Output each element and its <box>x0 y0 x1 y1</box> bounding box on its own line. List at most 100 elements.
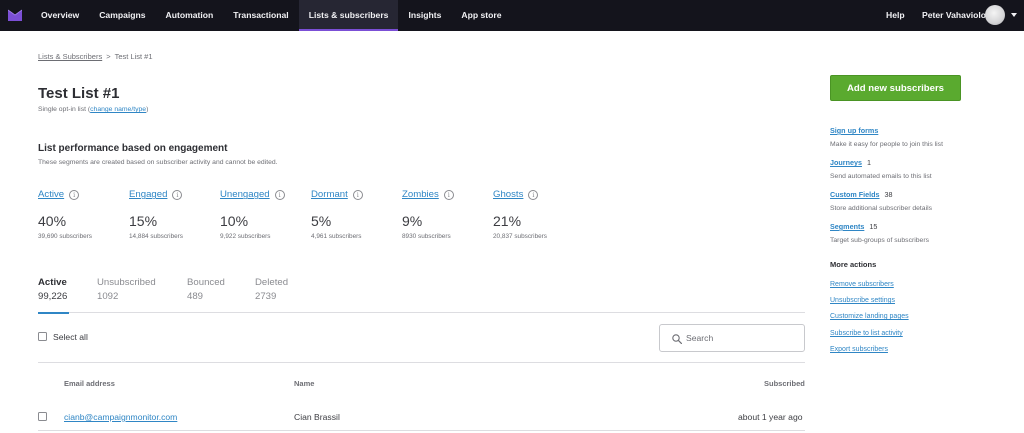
help-link[interactable]: Help <box>886 0 905 31</box>
info-icon[interactable]: i <box>69 189 80 200</box>
sidebar-description: Send automated emails to this list <box>830 173 932 180</box>
segment-label[interactable]: Unengaged <box>220 189 270 200</box>
info-icon[interactable]: i <box>172 189 183 200</box>
divider <box>38 430 805 431</box>
segment-unengaged: Unengaged i 10% 9,922 subscribers <box>220 186 310 240</box>
info-icon[interactable]: i <box>528 189 539 200</box>
segment-count: 8930 subscribers <box>402 233 451 240</box>
segment-percent: 40% <box>38 213 67 229</box>
subscriber-email-link[interactable]: cianb@campaignmonitor.com <box>64 412 177 422</box>
tab-deleted[interactable]: Deleted 2739 <box>255 277 288 313</box>
subscriber-status-tabs: Active 99,226 Unsubscribed 1092 Bounced … <box>38 277 805 314</box>
breadcrumb-current: Test List #1 <box>114 52 153 61</box>
segment-count: 4,961 subscribers <box>311 233 362 240</box>
nav-item-automation[interactable]: Automation <box>156 0 224 31</box>
segment-label[interactable]: Ghosts <box>493 189 523 200</box>
performance-title: List performance based on engagement <box>38 143 228 154</box>
tab-bounced[interactable]: Bounced 489 <box>187 277 225 313</box>
segment-active: Active i 40% 39,690 subscribers <box>38 186 128 240</box>
segment-count: 39,690 subscribers <box>38 233 92 240</box>
column-header-email[interactable]: Email address <box>64 379 115 388</box>
tab-label: Active <box>38 277 67 288</box>
info-icon[interactable]: i <box>352 189 363 200</box>
segment-label[interactable]: Active <box>38 189 64 200</box>
sidebar-link[interactable]: Segments <box>830 222 864 231</box>
sidebar-item-sign-up-forms: Sign up forms Make it easy for people to… <box>830 120 943 148</box>
column-header-subscribed[interactable]: Subscribed <box>764 379 805 388</box>
tab-label: Bounced <box>187 277 225 288</box>
sidebar-description: Target sub-groups of subscribers <box>830 237 929 244</box>
tab-label: Unsubscribed <box>97 277 156 288</box>
main-nav: Overview Campaigns Automation Transactio… <box>31 0 512 31</box>
segment-label[interactable]: Zombies <box>402 189 439 200</box>
list-type-prefix: Single opt-in list ( <box>38 106 91 113</box>
segment-percent: 10% <box>220 213 249 229</box>
nav-item-app-store[interactable]: App store <box>451 0 511 31</box>
segment-percent: 21% <box>493 213 522 229</box>
segment-percent: 9% <box>402 213 423 229</box>
nav-item-lists-subscribers[interactable]: Lists & subscribers <box>298 0 399 31</box>
tab-label: Deleted <box>255 277 289 288</box>
remove-subscribers-link[interactable]: Remove subscribers <box>830 281 894 288</box>
add-new-subscribers-button[interactable]: Add new subscribers <box>830 75 961 101</box>
sidebar-item-segments: Segments 15 Target sub-groups of subscrib… <box>830 216 929 244</box>
chevron-down-icon[interactable] <box>1011 13 1017 17</box>
more-actions-title: More actions <box>830 260 877 269</box>
export-subscribers-link[interactable]: Export subscribers <box>830 346 888 353</box>
performance-description: These segments are created based on subs… <box>38 159 278 166</box>
segment-percent: 5% <box>311 213 332 229</box>
customize-landing-pages-link[interactable]: Customize landing pages <box>830 313 909 320</box>
list-type-suffix: ) <box>146 106 149 113</box>
tab-count: 489 <box>187 291 204 302</box>
segment-percent: 15% <box>129 213 158 229</box>
segment-count: 20,837 subscribers <box>493 233 547 240</box>
unsubscribe-settings-link[interactable]: Unsubscribe settings <box>830 297 895 304</box>
segment-count: 14,884 subscribers <box>129 233 183 240</box>
page-title: Test List #1 <box>38 85 120 102</box>
subscribe-to-list-activity-link[interactable]: Subscribe to list activity <box>830 330 903 337</box>
tab-count: 2739 <box>255 291 277 302</box>
tab-active[interactable]: Active 99,226 <box>38 277 70 314</box>
tab-unsubscribed[interactable]: Unsubscribed 1092 <box>97 277 156 313</box>
segment-label[interactable]: Dormant <box>311 189 348 200</box>
segment-label[interactable]: Engaged <box>129 189 167 200</box>
info-icon[interactable]: i <box>274 189 285 200</box>
subscriber-name: Cian Brassil <box>294 412 340 422</box>
segment-dormant: Dormant i 5% 4,961 subscribers <box>311 186 401 240</box>
user-name[interactable]: Peter Vahaviolos <box>922 0 991 31</box>
divider <box>38 362 805 363</box>
search-placeholder: Search <box>686 333 714 343</box>
top-navigation-bar: Overview Campaigns Automation Transactio… <box>0 0 1024 31</box>
segment-ghosts: Ghosts i 21% 20,837 subscribers <box>493 186 583 240</box>
sidebar-description: Store additional subscriber details <box>830 205 933 212</box>
sidebar-count: 1 <box>866 158 871 167</box>
sidebar-count: 38 <box>884 190 893 199</box>
info-icon[interactable]: i <box>443 189 454 200</box>
segment-engaged: Engaged i 15% 14,884 subscribers <box>129 186 219 240</box>
search-input[interactable]: Search <box>659 324 805 352</box>
select-all-checkbox[interactable] <box>38 332 47 341</box>
sidebar-link[interactable]: Journeys <box>830 158 862 167</box>
row-checkbox[interactable] <box>38 412 47 421</box>
nav-item-overview[interactable]: Overview <box>31 0 89 31</box>
nav-item-transactional[interactable]: Transactional <box>223 0 298 31</box>
sidebar-link[interactable]: Sign up forms <box>830 126 878 135</box>
subscribed-date: about 1 year ago <box>738 412 803 422</box>
search-icon <box>672 334 682 344</box>
tab-count: 1092 <box>97 291 119 302</box>
breadcrumb-lists-subscribers-link[interactable]: Lists & Subscribers <box>38 52 102 61</box>
column-header-name[interactable]: Name <box>294 379 314 388</box>
segment-count: 9,922 subscribers <box>220 233 271 240</box>
select-all-label[interactable]: Select all <box>53 332 88 342</box>
sidebar-count: 15 <box>869 222 878 231</box>
sidebar-item-custom-fields: Custom Fields 38 Store additional subscri… <box>830 184 932 212</box>
nav-item-insights[interactable]: Insights <box>398 0 451 31</box>
nav-item-campaigns[interactable]: Campaigns <box>89 0 155 31</box>
sidebar-item-journeys: Journeys 1 Send automated emails to this … <box>830 152 932 180</box>
change-name-type-link[interactable]: change name/type <box>90 106 146 113</box>
sidebar-link[interactable]: Custom Fields <box>830 190 880 199</box>
segment-zombies: Zombies i 9% 8930 subscribers <box>402 186 492 240</box>
avatar[interactable] <box>985 5 1005 25</box>
sidebar-description: Make it easy for people to join this lis… <box>830 141 943 148</box>
campaign-monitor-logo-icon[interactable] <box>8 9 22 21</box>
